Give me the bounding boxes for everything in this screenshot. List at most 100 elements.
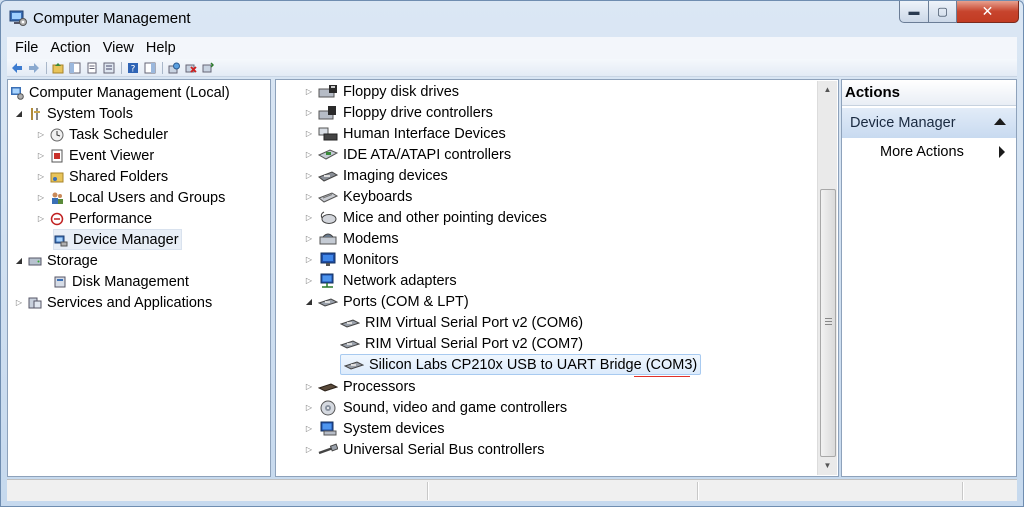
expand-arrow-icon[interactable]: ▷	[36, 172, 46, 181]
device-label: RIM Virtual Serial Port v2 (COM7)	[365, 335, 584, 352]
expand-arrow-icon[interactable]: ▷	[304, 87, 314, 96]
device-category-floppy-drive-controllers[interactable]: ▷ Floppy drive controllers	[304, 102, 493, 123]
actions-header: Actions	[842, 80, 1016, 106]
status-divider	[962, 482, 964, 500]
device-category-ports-com-lpt[interactable]: ◢ Ports (COM & LPT)	[304, 291, 469, 312]
update-driver-icon[interactable]	[202, 61, 214, 74]
device-category-keyboards[interactable]: ▷ Keyboards	[304, 186, 412, 207]
expand-arrow-icon[interactable]: ▷	[304, 403, 314, 412]
device-rim-serial-port-com7[interactable]: RIM Virtual Serial Port v2 (COM7)	[340, 333, 583, 354]
system-tools-icon	[31, 107, 40, 120]
device-label: Floppy drive controllers	[343, 104, 493, 121]
tree-item-computer-management[interactable]: Computer Management (Local)	[10, 82, 230, 103]
device-label: Modems	[343, 230, 399, 247]
tree-item-storage[interactable]: ◢ Storage	[14, 250, 98, 271]
scrollbar-thumb[interactable]	[820, 189, 836, 457]
device-silicon-labs-cp210x-com3[interactable]: Silicon Labs CP210x USB to UART Bridge (…	[340, 354, 702, 375]
device-category-usb-controllers[interactable]: ▷ Universal Serial Bus controllers	[304, 439, 545, 460]
expand-arrow-icon[interactable]: ▷	[304, 213, 314, 222]
close-button[interactable]: ✕	[957, 1, 1019, 23]
tree-item-disk-management[interactable]: Disk Management	[53, 271, 189, 292]
expand-arrow-icon[interactable]: ▷	[304, 192, 314, 201]
device-category-processors[interactable]: ▷ Processors	[304, 376, 416, 397]
forward-arrow-icon[interactable]	[28, 62, 40, 74]
scroll-up-arrow-icon[interactable]: ▲	[818, 81, 837, 99]
collapse-up-icon[interactable]	[994, 118, 1006, 125]
back-arrow-icon[interactable]	[11, 62, 23, 74]
actions-section-device-manager[interactable]: Device Manager	[842, 108, 1016, 138]
tree-item-system-tools[interactable]: ◢ System Tools	[14, 103, 133, 124]
expand-arrow-icon[interactable]: ▷	[304, 108, 314, 117]
export-list-icon[interactable]	[103, 62, 115, 74]
tree-item-performance[interactable]: ▷ Performance	[36, 208, 152, 229]
shared-folder-icon	[50, 172, 64, 182]
device-category-floppy-disk-drives[interactable]: ▷ Floppy disk drives	[304, 81, 459, 102]
keyboard-icon	[318, 191, 338, 203]
more-actions-link[interactable]: More Actions	[880, 144, 964, 160]
menu-file[interactable]: File	[13, 40, 44, 56]
tree-item-services-applications[interactable]: ▷ Services and Applications	[14, 292, 212, 313]
collapse-arrow-icon[interactable]: ◢	[304, 297, 314, 306]
expand-arrow-icon[interactable]: ▷	[36, 130, 46, 139]
uninstall-device-icon[interactable]	[185, 62, 197, 74]
device-label: Imaging devices	[343, 167, 448, 184]
expand-arrow-icon[interactable]: ▷	[36, 151, 46, 160]
up-folder-icon[interactable]	[52, 62, 64, 74]
expand-arrow-icon[interactable]: ▷	[304, 234, 314, 243]
expand-arrow-icon[interactable]: ▷	[304, 382, 314, 391]
device-category-network-adapters[interactable]: ▷ Network adapters	[304, 270, 457, 291]
expand-arrow-icon[interactable]: ▷	[36, 193, 46, 202]
properties-icon[interactable]	[86, 62, 98, 74]
ide-icon	[318, 148, 338, 160]
show-hide-tree-icon[interactable]	[69, 62, 81, 74]
vertical-scrollbar[interactable]: ▲ ▼	[817, 81, 837, 475]
device-category-modems[interactable]: ▷ Modems	[304, 228, 399, 249]
device-label: Human Interface Devices	[343, 125, 506, 142]
tree-item-local-users-groups[interactable]: ▷ Local Users and Groups	[36, 187, 225, 208]
expand-arrow-icon[interactable]: ▷	[304, 129, 314, 138]
expand-arrow-icon[interactable]: ▷	[304, 150, 314, 159]
device-label: Ports (COM & LPT)	[343, 293, 469, 310]
maximize-button[interactable]: ▢	[929, 1, 957, 23]
storage-icon	[28, 257, 42, 265]
collapse-arrow-icon[interactable]: ◢	[14, 256, 24, 265]
help-icon[interactable]: ?	[127, 62, 139, 74]
minimize-button[interactable]: ▬	[899, 1, 929, 23]
device-category-sound-video-game[interactable]: ▷ Sound, video and game controllers	[304, 397, 567, 418]
device-tree-pane[interactable]: ▷ Floppy disk drives ▷ Floppy drive cont…	[275, 79, 839, 477]
tree-item-shared-folders[interactable]: ▷ Shared Folders	[36, 166, 168, 187]
title-bar[interactable]: Computer Management ▬ ▢ ✕	[1, 1, 1023, 37]
mouse-icon	[320, 211, 337, 224]
expand-arrow-icon[interactable]: ▷	[304, 424, 314, 433]
tree-item-device-manager[interactable]: Device Manager	[53, 229, 182, 250]
tree-item-task-scheduler[interactable]: ▷ Task Scheduler	[36, 124, 168, 145]
expand-arrow-icon[interactable]: ▷	[304, 445, 314, 454]
tree-item-event-viewer[interactable]: ▷ Event Viewer	[36, 145, 154, 166]
status-divider	[427, 482, 429, 500]
expand-arrow-icon[interactable]: ▷	[36, 214, 46, 223]
submenu-arrow-icon[interactable]	[999, 146, 1005, 158]
device-category-monitors[interactable]: ▷ Monitors	[304, 249, 399, 270]
show-action-pane-icon[interactable]	[144, 62, 156, 74]
navigation-tree-pane[interactable]: Computer Management (Local) ◢ System Too…	[7, 79, 271, 477]
tree-label: System Tools	[47, 105, 133, 122]
scroll-down-arrow-icon[interactable]: ▼	[818, 457, 837, 475]
thumb-grip	[825, 318, 832, 319]
expand-arrow-icon[interactable]: ▷	[14, 298, 24, 307]
expand-arrow-icon[interactable]: ▷	[304, 276, 314, 285]
network-icon	[320, 273, 334, 288]
menu-view[interactable]: View	[101, 40, 140, 56]
menu-action[interactable]: Action	[48, 40, 96, 56]
device-category-ide-ata-atapi-controllers[interactable]: ▷ IDE ATA/ATAPI controllers	[304, 144, 511, 165]
expand-arrow-icon[interactable]: ▷	[304, 171, 314, 180]
device-category-human-interface-devices[interactable]: ▷ Human Interface Devices	[304, 123, 506, 144]
expand-arrow-icon[interactable]: ▷	[304, 255, 314, 264]
device-category-imaging-devices[interactable]: ▷ Imaging devices	[304, 165, 448, 186]
menu-help[interactable]: Help	[144, 40, 182, 56]
tree-label: Task Scheduler	[69, 126, 169, 143]
device-category-mice-pointing-devices[interactable]: ▷ Mice and other pointing devices	[304, 207, 547, 228]
device-rim-serial-port-com6[interactable]: RIM Virtual Serial Port v2 (COM6)	[340, 312, 583, 333]
collapse-arrow-icon[interactable]: ◢	[14, 109, 24, 118]
device-category-system-devices[interactable]: ▷ System devices	[304, 418, 445, 439]
scan-hardware-icon[interactable]	[168, 62, 180, 74]
